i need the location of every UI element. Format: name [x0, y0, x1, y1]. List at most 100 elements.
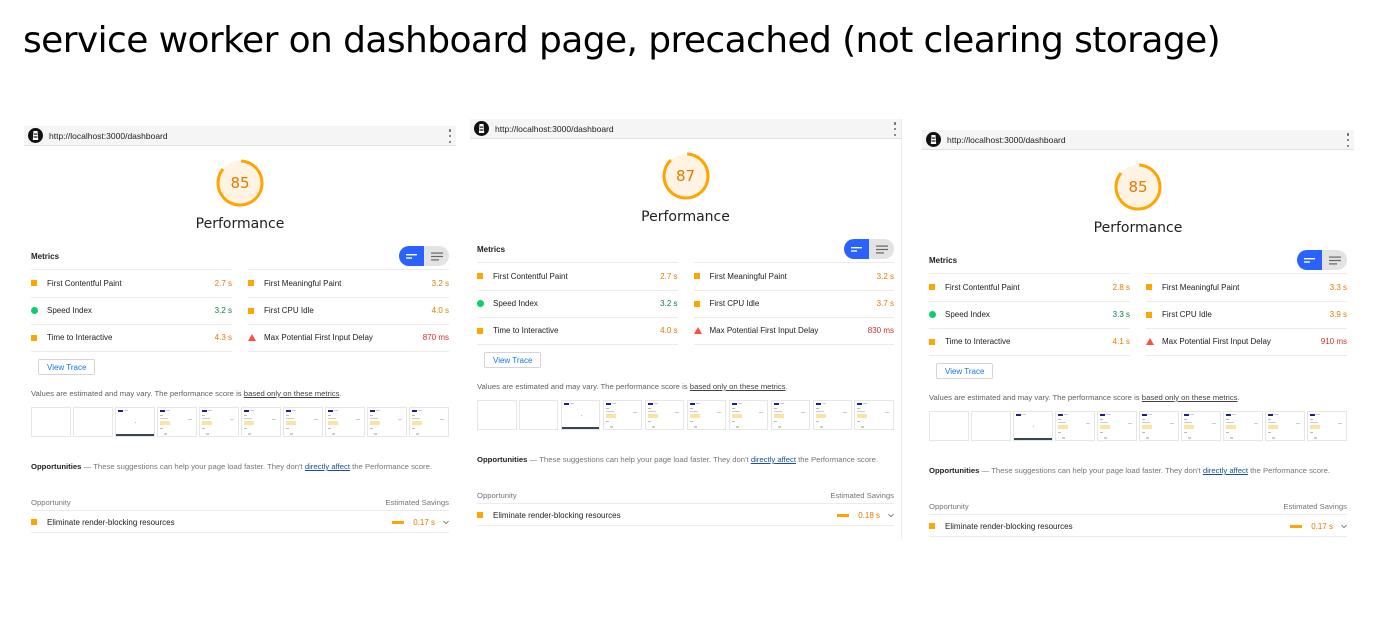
compact-view-icon[interactable]: [844, 239, 869, 259]
metrics-grid: First Contentful Paint 2.7 s First Meaning…: [477, 262, 894, 345]
opportunity-name: Eliminate render-blocking resources: [945, 521, 1073, 531]
opportunity-row[interactable]: Eliminate render-blocking resources 0.17…: [31, 512, 449, 533]
filmstrip-frame: [1055, 411, 1095, 441]
filmstrip-frame: [1265, 411, 1305, 441]
metric-name: First Meaningful Paint: [264, 278, 342, 288]
metric-name: Max Potential First Input Delay: [264, 333, 373, 343]
opportunities-title: Opportunities: [31, 462, 82, 471]
filmstrip-frame: [1139, 411, 1179, 441]
lighthouse-logo-icon: [28, 128, 43, 143]
based-only-on-these-metrics-link[interactable]: based only on these metrics: [244, 389, 340, 398]
filmstrip-frame: [367, 407, 407, 437]
metric-name: First Contentful Paint: [493, 271, 568, 281]
compact-view-icon[interactable]: [399, 246, 424, 266]
filmstrip-frame: [1013, 411, 1053, 441]
metric-value: 2.7 s: [660, 271, 678, 281]
opportunity-savings: 0.17 s: [1311, 521, 1333, 531]
kebab-menu-icon[interactable]: [893, 122, 897, 136]
average-status-icon: [929, 284, 945, 291]
metric-name: Time to Interactive: [945, 337, 1011, 347]
compact-view-icon[interactable]: [1297, 250, 1322, 270]
expanded-view-icon[interactable]: [1322, 250, 1347, 270]
metric-row: First Contentful Paint 2.7 s: [477, 262, 678, 290]
metric-row: First CPU Idle 3.9 s: [1146, 300, 1347, 329]
based-only-on-these-metrics-link[interactable]: based only on these metrics: [690, 382, 786, 391]
report-url-bar: http://localhost:3000/dashboard: [24, 126, 456, 146]
metric-value: 3.9 s: [1329, 310, 1347, 320]
metric-row: Max Potential First Input Delay 830 ms: [693, 317, 894, 345]
metrics-view-toggle[interactable]: [399, 246, 449, 266]
view-trace-button[interactable]: View Trace: [936, 363, 994, 379]
directly-affect-link[interactable]: directly affect: [305, 462, 350, 471]
directly-affect-link[interactable]: directly affect: [1203, 466, 1248, 475]
opportunity-table-header: Opportunity Estimated Savings: [31, 495, 449, 511]
kebab-menu-icon[interactable]: [1346, 133, 1350, 147]
filmstrip-frame: [199, 407, 239, 437]
metric-value: 830 ms: [867, 326, 894, 336]
category-label: Performance: [1093, 220, 1183, 236]
opportunity-row[interactable]: Eliminate render-blocking resources 0.17…: [929, 516, 1347, 537]
filmstrip-frame: [1181, 411, 1221, 441]
expanded-view-icon[interactable]: [424, 246, 449, 266]
filmstrip-frame: [518, 400, 559, 430]
performance-gauge: 85 Performance: [922, 162, 1354, 236]
values-estimated-note: Values are estimated and may vary. The p…: [31, 389, 342, 398]
kebab-menu-icon[interactable]: [448, 129, 452, 143]
pass-status-icon: [477, 300, 493, 308]
lighthouse-logo-icon: [926, 132, 941, 147]
metric-value: 4.3 s: [214, 333, 232, 343]
metric-row: Speed Index 3.2 s: [31, 296, 232, 325]
report-url-bar: http://localhost:3000/dashboard: [922, 130, 1354, 150]
metric-row: Time to Interactive 4.3 s: [31, 324, 232, 352]
opportunity-table-header: Opportunity Estimated Savings: [929, 499, 1347, 515]
directly-affect-link[interactable]: directly affect: [751, 455, 796, 464]
filmstrip-frame: [157, 407, 197, 437]
chevron-down-icon[interactable]: [1341, 523, 1347, 529]
chevron-down-icon[interactable]: [888, 512, 894, 518]
opportunity-savings: 0.17 s: [413, 517, 435, 527]
opportunities-title: Opportunities: [929, 466, 980, 475]
values-estimated-note: Values are estimated and may vary. The p…: [477, 382, 788, 391]
values-estimated-note: Values are estimated and may vary. The p…: [929, 393, 1240, 402]
filmstrip-frame: [115, 407, 155, 437]
score-gauge: 85: [215, 158, 265, 208]
expanded-view-icon[interactable]: [869, 239, 894, 259]
metric-value: 3.2 s: [431, 278, 449, 288]
filmstrip-frame: [929, 411, 969, 441]
average-status-icon: [477, 327, 493, 334]
average-status-icon: [248, 307, 264, 314]
savings-bar: [392, 520, 405, 524]
performance-score: 87: [675, 167, 696, 185]
average-status-icon: [31, 519, 47, 525]
view-trace-button[interactable]: View Trace: [484, 352, 542, 368]
metrics-view-toggle[interactable]: [844, 239, 894, 259]
metric-row: First CPU Idle 4.0 s: [248, 296, 449, 325]
filmstrip: [477, 400, 894, 432]
metrics-view-toggle[interactable]: [1297, 250, 1347, 270]
opportunity-row[interactable]: Eliminate render-blocking resources 0.18…: [477, 505, 894, 526]
opportunity-column-label: Opportunity: [31, 498, 71, 507]
performance-score: 85: [1128, 178, 1148, 196]
filmstrip-frame: [325, 407, 365, 437]
average-status-icon: [477, 512, 493, 518]
report-url: http://localhost:3000/dashboard: [947, 134, 1066, 145]
filmstrip-frame: [560, 400, 601, 430]
view-trace-button[interactable]: View Trace: [38, 359, 96, 375]
metric-row: First Meaningful Paint 3.2 s: [693, 262, 894, 290]
metric-name: First CPU Idle: [1162, 310, 1212, 320]
filmstrip: [929, 411, 1347, 443]
based-only-on-these-metrics-link[interactable]: based only on these metrics: [1142, 393, 1238, 402]
chevron-down-icon[interactable]: [443, 519, 449, 525]
metric-value: 4.1 s: [1112, 337, 1130, 347]
filmstrip-frame: [686, 400, 727, 430]
average-status-icon: [31, 280, 47, 287]
opportunity-table-header: Opportunity Estimated Savings: [477, 488, 894, 504]
opportunities-intro: Opportunities — These suggestions can he…: [31, 462, 433, 471]
metric-name: Speed Index: [47, 306, 92, 316]
metric-value: 2.8 s: [1112, 282, 1130, 292]
lighthouse-report-panel-2: http://localhost:3000/dashboard 87 Perfo…: [470, 119, 902, 539]
metric-row: First Meaningful Paint 3.2 s: [248, 269, 449, 297]
lighthouse-logo-icon: [474, 121, 489, 136]
metric-row: Time to Interactive 4.1 s: [929, 328, 1130, 356]
average-status-icon: [929, 523, 945, 529]
